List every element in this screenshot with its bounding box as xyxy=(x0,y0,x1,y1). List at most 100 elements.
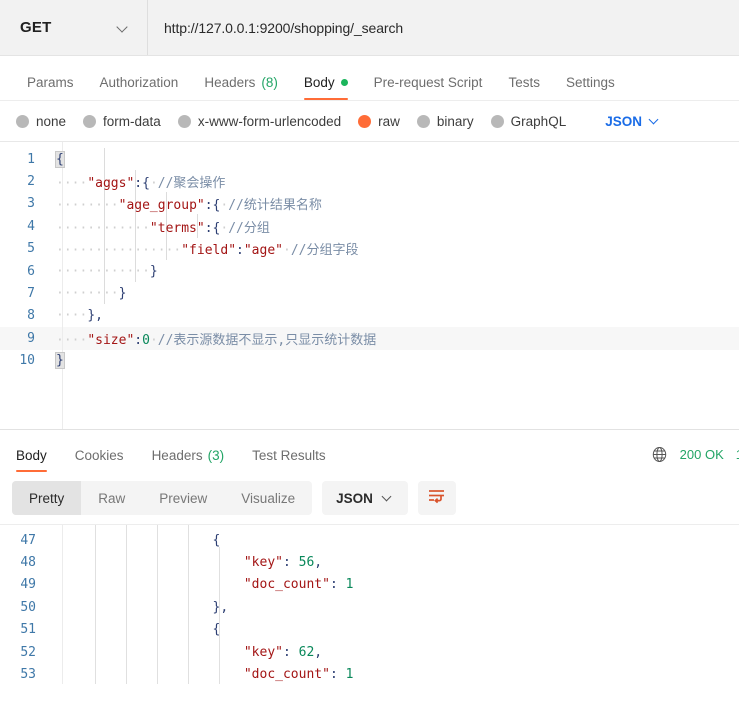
line-number: 52 xyxy=(20,644,36,660)
request-url-bar: GET http://127.0.0.1:9200/shopping/_sear… xyxy=(0,0,739,56)
response-tab-bar: Body Cookies Headers (3) Test Results 20… xyxy=(0,430,739,472)
tab-headers[interactable]: Headers (8) xyxy=(191,74,291,101)
radio-selected-icon xyxy=(358,114,372,128)
request-tab-bar: Params Authorization Headers (8) Body Pr… xyxy=(0,56,739,101)
line-content: ····}, xyxy=(56,308,103,324)
response-code-line: 53 "doc_count": 1 xyxy=(0,663,739,684)
view-label: Pretty xyxy=(29,490,65,506)
code-line: 1 { xyxy=(0,148,739,170)
tab-pre-request-script[interactable]: Pre-request Script xyxy=(361,74,496,101)
headers-count-badge: (8) xyxy=(261,74,278,90)
tab-label: Authorization xyxy=(99,74,179,90)
code-line: 3 ········"age_group":{·//统计结果名称 xyxy=(0,193,739,215)
radio-icon xyxy=(177,114,191,128)
chevron-down-icon xyxy=(650,116,661,127)
view-label: Visualize xyxy=(241,490,296,506)
tab-body[interactable]: Body xyxy=(291,74,361,101)
line-content: ········} xyxy=(56,286,127,302)
tab-label: Pre-request Script xyxy=(373,74,483,90)
line-content: "doc_count": 1 xyxy=(243,667,354,683)
line-content: ················"field":"age"·//分组字段 xyxy=(56,243,359,259)
wrap-text-button[interactable] xyxy=(417,481,456,515)
body-present-dot-icon xyxy=(340,78,348,86)
code-line: 6 ············} xyxy=(0,260,739,282)
url-input[interactable]: http://127.0.0.1:9200/shopping/_search xyxy=(148,0,739,55)
line-number: 48 xyxy=(20,555,36,571)
chevron-down-icon xyxy=(117,22,129,34)
response-tab-headers[interactable]: Headers (3) xyxy=(138,447,239,473)
response-code-line: 51 { xyxy=(0,619,739,641)
view-preview-button[interactable]: Preview xyxy=(142,481,224,515)
tab-params[interactable]: Params xyxy=(14,74,87,101)
code-line: 5 ················"field":"age"·//分组字段 xyxy=(0,238,739,260)
tab-label: Settings xyxy=(565,74,615,90)
http-method-selector[interactable]: GET xyxy=(0,0,148,55)
line-number: 9 xyxy=(27,330,35,346)
code-line-active: 9 ····"size":0·//表示源数据不显示,只显示统计数据 xyxy=(0,327,739,350)
response-tab-body[interactable]: Body xyxy=(2,447,61,473)
code-line: 8 ····}, xyxy=(0,305,739,327)
response-code-line: 49 "doc_count": 1 xyxy=(0,574,739,596)
body-type-form-data[interactable]: form-data xyxy=(83,114,161,129)
line-number: 8 xyxy=(27,308,35,324)
radio-icon xyxy=(490,114,504,128)
line-content: { xyxy=(55,150,65,168)
response-code-line: 52 "key": 62, xyxy=(0,641,739,663)
code-line: 2 ····"aggs":{·//聚会操作 xyxy=(0,170,739,192)
response-view-toolbar: Pretty Raw Preview Visualize JSON xyxy=(0,472,739,524)
body-type-binary[interactable]: binary xyxy=(416,113,474,129)
radio-label: binary xyxy=(436,113,474,129)
line-number: 3 xyxy=(27,196,35,212)
response-code-line: 50 }, xyxy=(0,596,739,618)
body-type-radio-group: none form-data x-www-form-urlencoded raw… xyxy=(0,101,739,141)
view-raw-button[interactable]: Raw xyxy=(81,481,142,515)
line-content: "key": 56, xyxy=(243,555,323,571)
tab-settings[interactable]: Settings xyxy=(553,74,628,101)
radio-label: none xyxy=(36,113,67,129)
body-type-none[interactable]: none xyxy=(16,114,66,129)
line-number: 1 xyxy=(27,151,35,167)
response-tab-test-results[interactable]: Test Results xyxy=(238,448,340,473)
tab-label: Params xyxy=(27,74,74,90)
response-body-viewer[interactable]: 47 { 48 "key": 56, 49 "doc_count": 1 50 … xyxy=(0,524,739,684)
wrap-text-icon xyxy=(427,488,446,509)
response-code-line: 48 "key": 56, xyxy=(0,551,739,573)
line-content: "key": 62, xyxy=(243,644,323,660)
body-type-urlencoded[interactable]: x-www-form-urlencoded xyxy=(177,114,341,129)
line-content: "doc_count": 1 xyxy=(243,577,354,593)
line-content: }, xyxy=(56,599,229,615)
response-status-area: 200 OK 1 xyxy=(651,446,739,463)
response-view-segmented-control: Pretty Raw Preview Visualize xyxy=(12,481,313,515)
response-headers-count-badge: (3) xyxy=(207,447,225,463)
body-format-selector[interactable]: JSON xyxy=(605,114,661,129)
radio-icon xyxy=(16,114,29,128)
tab-label: Body xyxy=(303,74,335,90)
response-tab-cookies[interactable]: Cookies xyxy=(61,448,138,473)
body-type-raw[interactable]: raw xyxy=(358,114,400,129)
radio-label: form-data xyxy=(103,113,161,129)
view-pretty-button[interactable]: Pretty xyxy=(12,481,82,515)
radio-icon xyxy=(416,114,430,128)
line-number: 51 xyxy=(20,622,36,638)
code-line: 4 ············"terms":{·//分组 xyxy=(0,215,739,237)
response-format-selector[interactable]: JSON xyxy=(322,481,408,515)
chevron-down-icon xyxy=(383,493,394,504)
code-line: 10 } xyxy=(0,350,739,372)
body-type-graphql[interactable]: GraphQL xyxy=(490,114,566,129)
tab-authorization[interactable]: Authorization xyxy=(87,74,192,101)
request-body-editor[interactable]: 1 { 2 ····"aggs":{·//聚会操作 3 ········"age… xyxy=(0,141,739,429)
line-number: 5 xyxy=(27,241,35,257)
body-format-label: JSON xyxy=(605,113,642,129)
line-content: { xyxy=(56,622,221,638)
response-code-line: 47 { xyxy=(0,529,739,551)
globe-icon[interactable] xyxy=(651,446,668,463)
tab-tests[interactable]: Tests xyxy=(495,75,553,101)
radio-label: raw xyxy=(378,113,400,129)
view-label: Raw xyxy=(98,490,126,506)
code-line: 7 ········} xyxy=(0,282,739,304)
tab-label: Body xyxy=(16,447,47,463)
http-method-label: GET xyxy=(20,19,52,36)
view-visualize-button[interactable]: Visualize xyxy=(224,481,312,515)
line-number: 49 xyxy=(20,577,36,593)
line-number: 50 xyxy=(20,599,36,615)
